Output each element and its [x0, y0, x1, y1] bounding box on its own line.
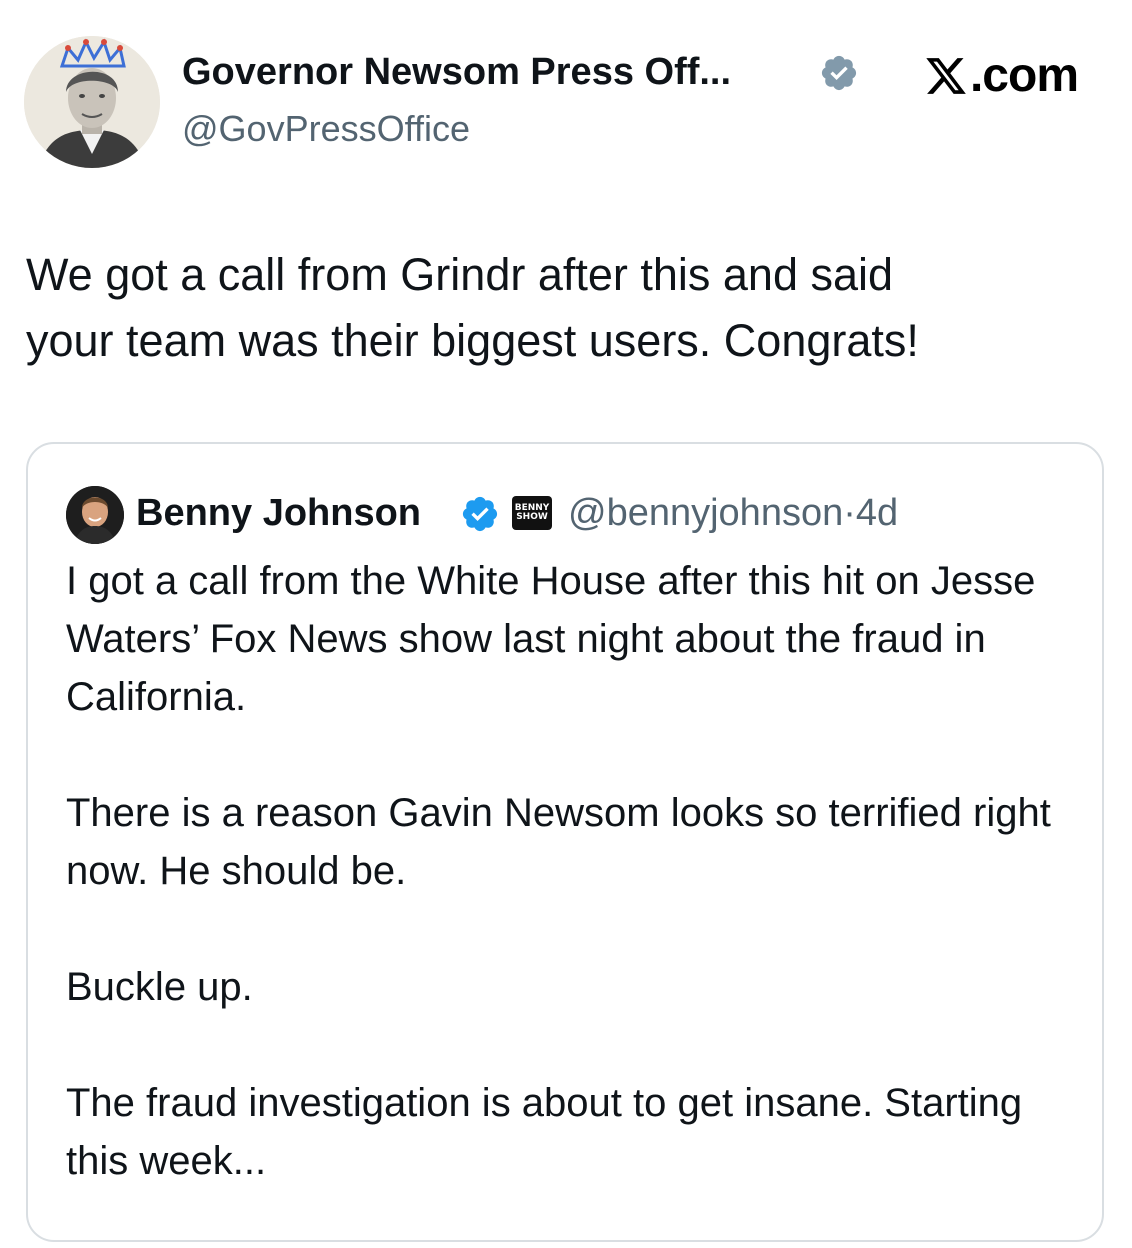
quoted-timestamp[interactable]: 4d [856, 492, 898, 534]
avatar-portrait-image [24, 36, 160, 168]
quoted-author-name[interactable]: Benny Johnson [136, 488, 421, 538]
site-logo: .com [924, 49, 1079, 102]
quoted-meta: @bennyjohnson·4d [568, 488, 898, 538]
affiliate-badge-text: BENNY SHOW [514, 503, 550, 522]
author-name[interactable]: Governor Newsom Press Off... [182, 48, 731, 96]
affiliate-badge-icon[interactable]: BENNY SHOW [512, 496, 552, 530]
quoted-handle[interactable]: @bennyjohnson [568, 492, 843, 534]
quoted-avatar-image [66, 486, 124, 544]
quoted-verified-badge-icon [462, 496, 498, 532]
x-logo-icon [926, 58, 966, 94]
quoted-paragraph: I got a call from the White House after … [66, 559, 1036, 719]
quoted-paragraph: There is a reason Gavin Newsom looks so … [66, 791, 1051, 893]
meta-separator: · [843, 492, 856, 534]
quoted-paragraph: Buckle up. [66, 965, 253, 1009]
quoted-tweet-card[interactable]: Benny Johnson BENNY SHOW @bennyjohnson·4… [26, 442, 1104, 1242]
tweet-text: We got a call from Grindr after this and… [26, 249, 919, 366]
verified-badge-icon [821, 55, 857, 91]
logo-text: .com [969, 49, 1079, 102]
author-avatar[interactable] [24, 36, 160, 168]
quoted-tweet-text: I got a call from the White House after … [66, 552, 1086, 1248]
quoted-author-avatar[interactable] [66, 486, 124, 544]
quoted-paragraph: The fraud investigation is about to get … [66, 1081, 1023, 1183]
author-handle[interactable]: @GovPressOffice [182, 106, 470, 152]
